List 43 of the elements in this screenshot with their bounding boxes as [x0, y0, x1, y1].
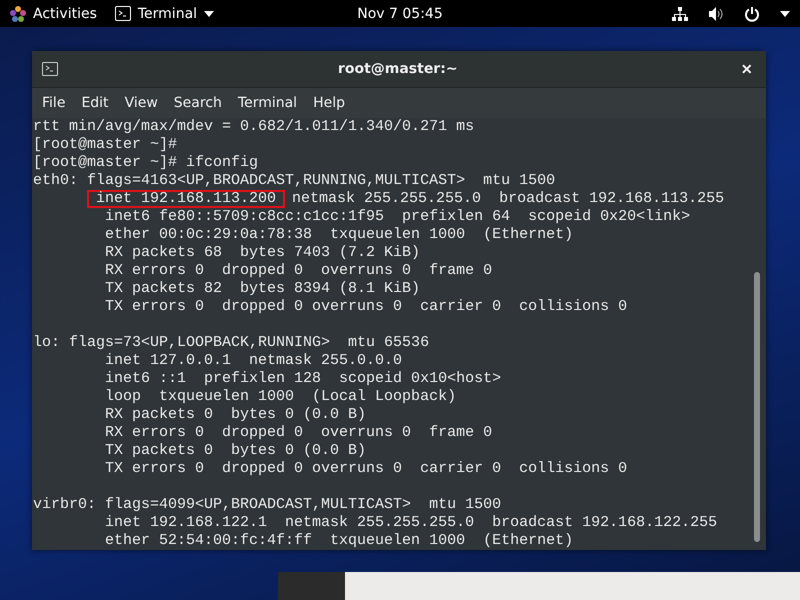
- terminal-line: [root@master ~]#: [33, 136, 178, 154]
- terminal-line: RX packets 0 bytes 0 (0.0 B): [104, 406, 366, 424]
- terminal-line: virbr0: flags=4099<UP,BROADCAST,MULTICAST> mtu 1500: [33, 496, 502, 514]
- terminal-line: rtt min/avg/max/mdev = 0.682/1.011/1.340/0.271 ms: [33, 118, 474, 136]
- terminal-line: inet6 fe80::5709:c8cc:c1cc:1f95 prefixlen 64 scopeid 0x20<link>: [104, 208, 690, 226]
- terminal-line: loop txqueuelen 1000 (Local Loopback): [104, 388, 456, 406]
- terminal-line: inet 127.0.0.1 netmask 255.0.0.0: [104, 352, 402, 370]
- terminal-line: TX errors 0 dropped 0 overruns 0 carrier 0 collisions 0: [104, 298, 628, 316]
- terminal-line: TX packets 82 bytes 8394 (8.1 KiB): [104, 280, 420, 298]
- terminal-line: netmask 255.255.255.0 broadcast 192.168.113.255: [292, 190, 724, 208]
- terminal-line: RX errors 0 dropped 0 overruns 0 frame 0: [104, 424, 492, 442]
- menu-item[interactable]: View: [116, 95, 166, 111]
- volume-icon[interactable]: [708, 6, 724, 22]
- scrollbar-thumb[interactable]: [754, 272, 760, 542]
- flower-logo-icon: [10, 6, 26, 22]
- clock[interactable]: Nov 7 05:45: [357, 6, 443, 22]
- activities-button[interactable]: Activities: [10, 6, 97, 22]
- menu-item[interactable]: Terminal: [230, 95, 306, 111]
- terminal-line: ether 00:0c:29:0a:78:38 txqueuelen 1000 (Ethernet): [104, 226, 574, 244]
- menu-item[interactable]: File: [34, 95, 74, 111]
- terminal-line: ether 52:54:00:fc:4f:ff txqueuelen 1000 (Ethernet): [104, 532, 574, 550]
- terminal-line: [root@master ~]# ifconfig: [33, 154, 258, 172]
- highlighted-address: inet 192.168.113.200: [87, 190, 286, 208]
- caret-icon[interactable]: [780, 10, 790, 16]
- terminal-line: eth0: flags=4163<UP,BROADCAST,RUNNING,MULTICAST> mtu 1500: [33, 172, 556, 190]
- terminal-app-menu[interactable]: Terminal: [114, 6, 214, 22]
- terminal-line: lo: flags=73<UP,LOOPBACK,RUNNING> mtu 65536: [33, 334, 430, 352]
- menu-item[interactable]: Search: [166, 95, 230, 111]
- close-button[interactable]: ×: [737, 58, 756, 80]
- window-title: root@master:~: [336, 61, 459, 77]
- terminal-line: TX packets 0 bytes 0 (0.0 B): [104, 442, 366, 460]
- network-icon[interactable]: [672, 6, 688, 22]
- terminal-line: inet 192.168.122.1 netmask 255.255.255.0 broadcast 192.168.122.255: [104, 514, 718, 532]
- menu-item[interactable]: Edit: [73, 95, 117, 111]
- terminal-line: TX errors 0 dropped 0 overruns 0 carrier 0 collisions 0: [104, 460, 628, 478]
- terminal-icon: [42, 62, 58, 76]
- caret-icon: [204, 10, 214, 16]
- terminal-line: RX errors 0 dropped 0 overruns 0 frame 0: [104, 262, 492, 280]
- menu-item[interactable]: Help: [305, 95, 353, 111]
- terminal-line: inet6 ::1 prefixlen 128 scopeid 0x10<host>: [104, 370, 502, 388]
- terminal-line: RX packets 68 bytes 7403 (7.2 KiB): [104, 244, 420, 262]
- power-icon[interactable]: [744, 6, 760, 22]
- terminal-icon: [114, 6, 131, 21]
